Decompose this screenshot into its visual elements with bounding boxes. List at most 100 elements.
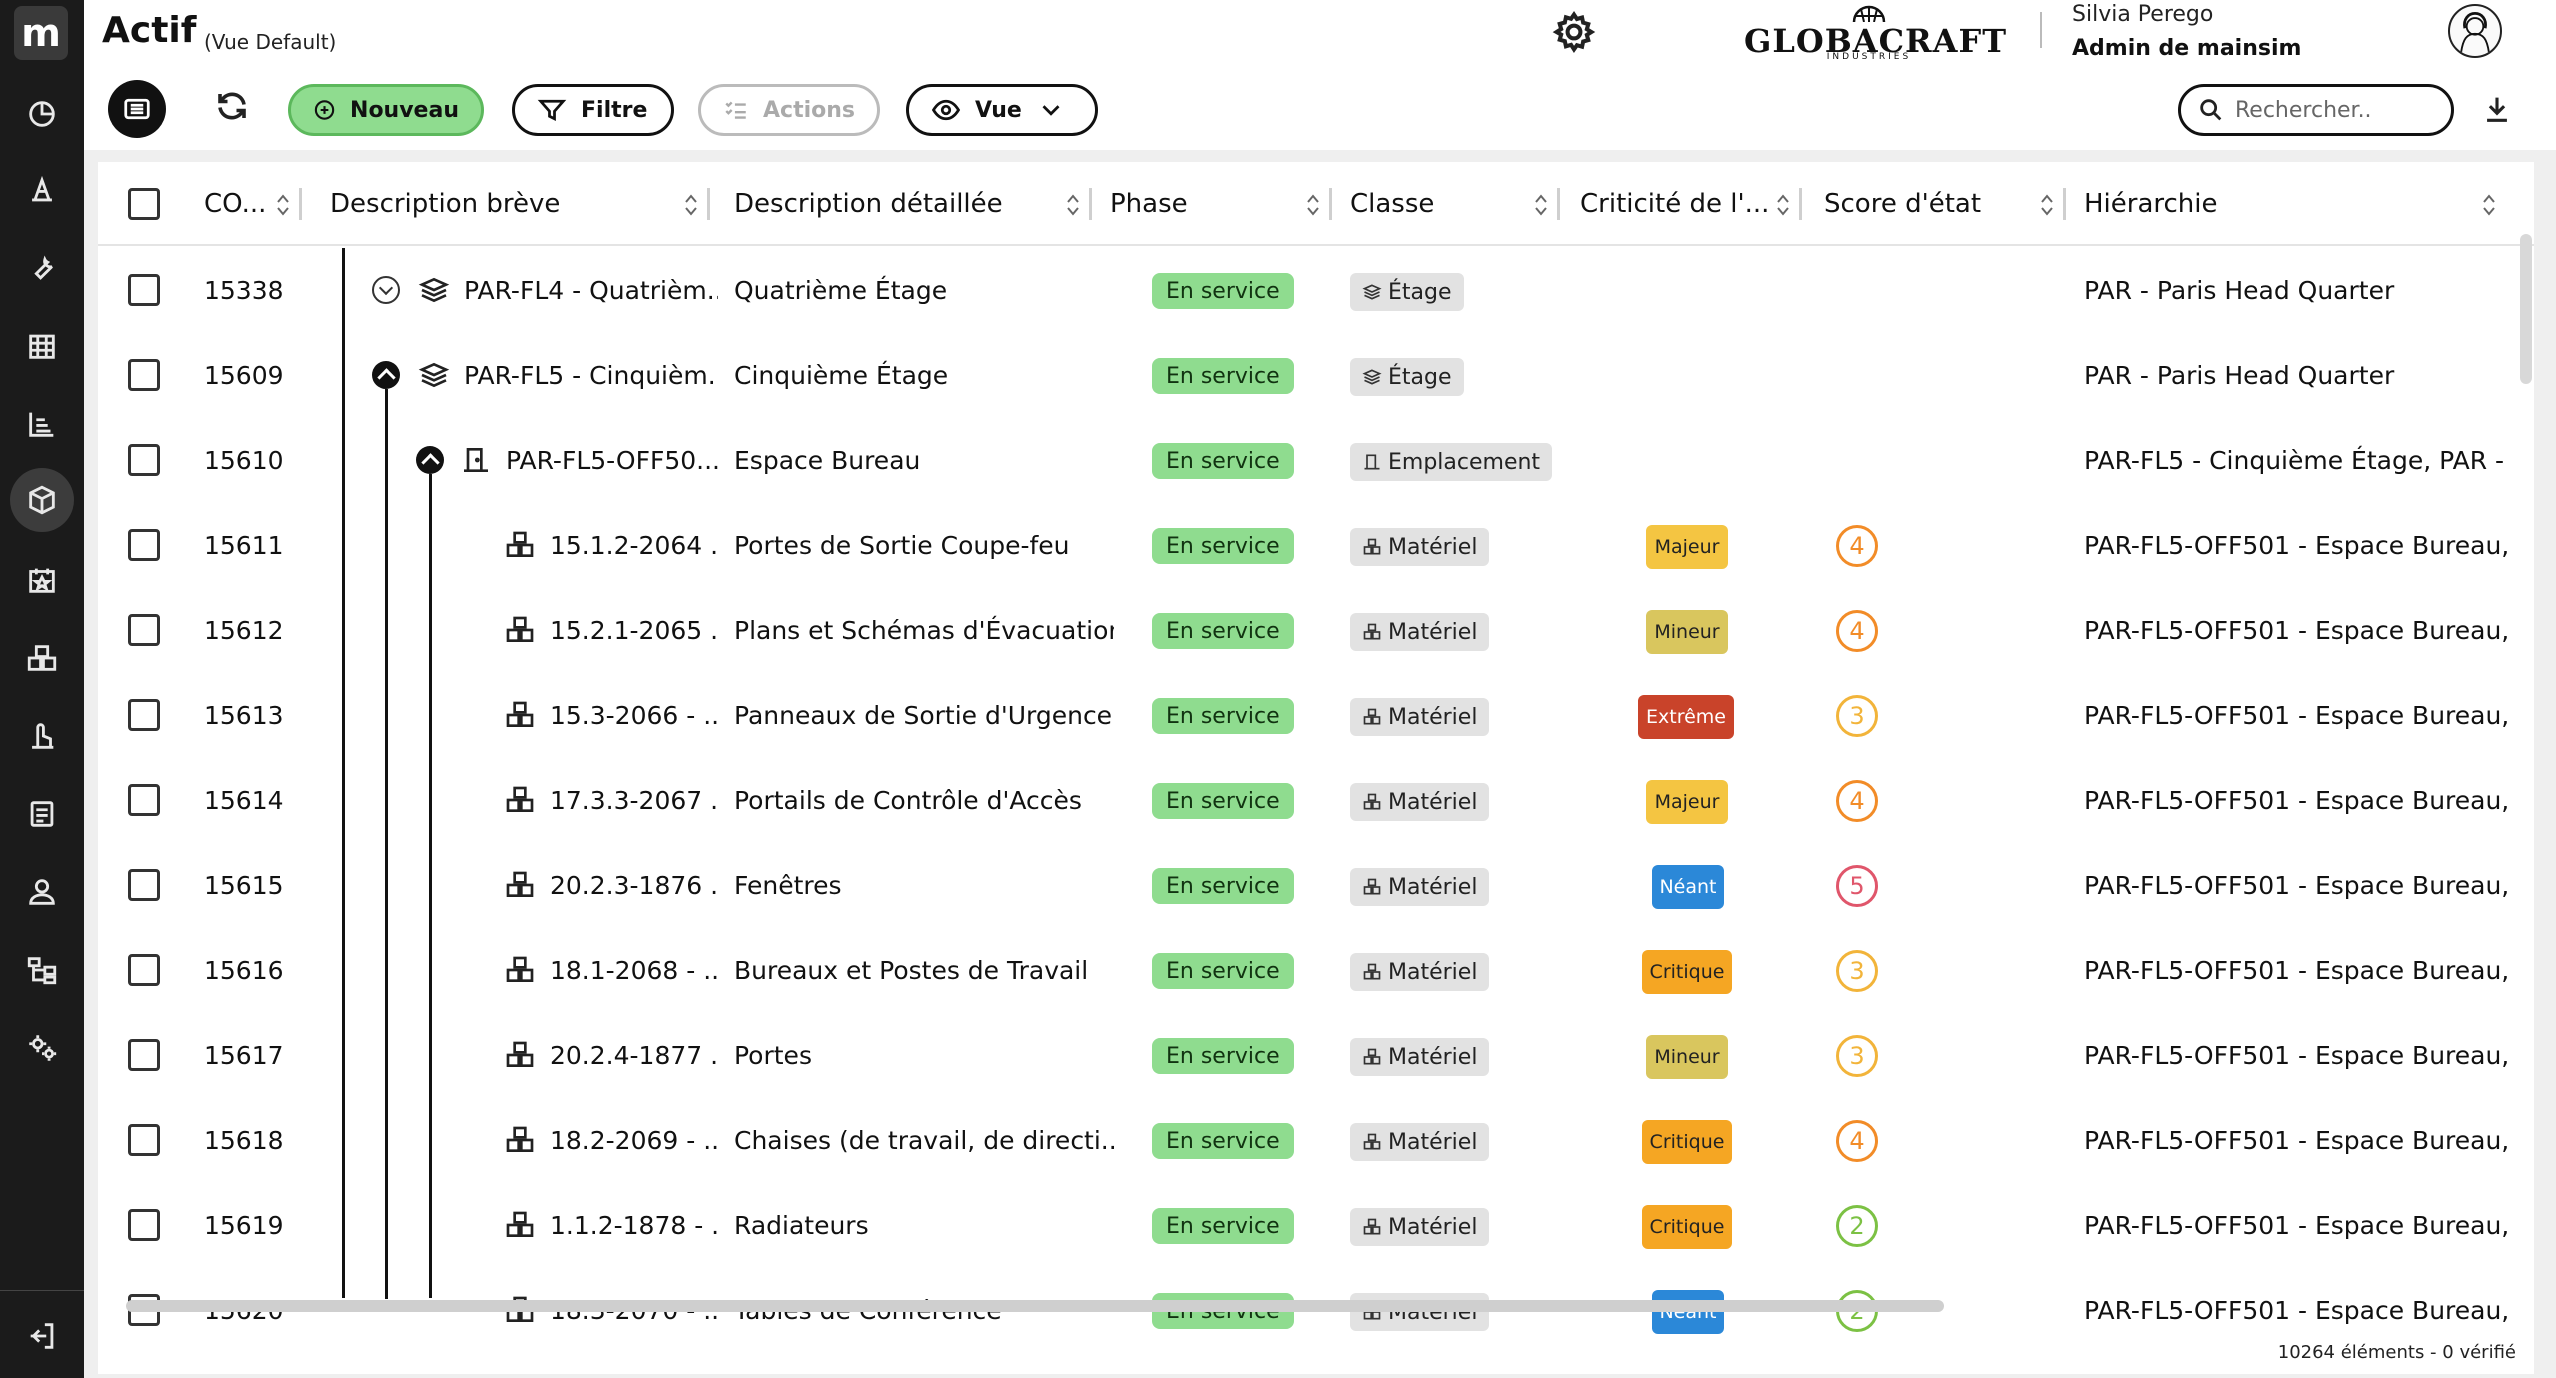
column-header-score[interactable]: Score d'état (1824, 186, 2066, 222)
sort-icon[interactable] (682, 190, 700, 220)
row-brief[interactable]: 18.2-2069 - ... (504, 1098, 718, 1183)
column-header-detail[interactable]: Description détaillée (734, 186, 1092, 222)
boxes-icon (504, 1209, 536, 1243)
settings-icon[interactable] (18, 1024, 66, 1072)
row-brief[interactable]: PAR-FL5-OFF50... (460, 418, 718, 503)
column-divider (2063, 188, 2066, 220)
row-checkbox[interactable] (128, 1039, 160, 1071)
table-row[interactable]: 15609 PAR-FL5 - Cinquièm... Cinquième Étag… (98, 333, 2534, 418)
sort-icon[interactable] (1532, 190, 1550, 220)
avatar[interactable] (2448, 4, 2502, 58)
table-row[interactable]: 15617 20.2.4-1877 ... Portes En service Maté… (98, 1013, 2534, 1098)
table-row[interactable]: 15614 17.3.3-2067 ... Portails de Contrôle… (98, 758, 2534, 843)
row-brief[interactable]: 1.1.2-1878 - ... (504, 1183, 718, 1268)
row-checkbox[interactable] (128, 699, 160, 731)
cube-icon[interactable] (10, 468, 74, 532)
row-checkbox[interactable] (128, 274, 160, 306)
hierarchy-icon[interactable] (18, 946, 66, 994)
sort-icon[interactable] (1304, 190, 1322, 220)
row-checkbox[interactable] (128, 614, 160, 646)
form-icon[interactable] (18, 790, 66, 838)
score-badge: 5 (1836, 865, 1878, 907)
expand-icon[interactable] (372, 276, 400, 304)
column-divider (1557, 188, 1560, 220)
class-badge: Matériel (1350, 868, 1490, 906)
sort-icon[interactable] (2480, 190, 2498, 220)
table-row[interactable]: 15338 PAR-FL4 - Quatrièm... Quatrième Étag… (98, 248, 2534, 333)
horizontal-scrollbar[interactable] (126, 1300, 1944, 1312)
row-code: 15612 (204, 616, 284, 645)
new-button[interactable]: Nouveau (288, 84, 484, 136)
row-brief[interactable]: 20.2.3-1876 ... (504, 843, 718, 928)
table-row[interactable]: 15615 20.2.3-1876 ... Fenêtres En service Ma… (98, 843, 2534, 928)
filter-button[interactable]: Filtre (512, 84, 674, 136)
row-code: 15611 (204, 531, 284, 560)
row-brief[interactable]: PAR-FL4 - Quatrièm... (418, 248, 718, 333)
search-input[interactable]: Rechercher.. (2178, 84, 2454, 136)
column-header-criticity[interactable]: Criticité de l'... (1580, 186, 1802, 222)
calendar-star-icon[interactable] (18, 556, 66, 604)
column-header-brief[interactable]: Description brève (330, 186, 710, 222)
sort-icon[interactable] (274, 190, 292, 220)
chart-icon[interactable] (18, 400, 66, 448)
sort-icon[interactable] (1774, 190, 1792, 220)
sort-icon[interactable] (1064, 190, 1082, 220)
row-brief[interactable]: 15.3-2066 - ... (504, 673, 718, 758)
row-checkbox[interactable] (128, 444, 160, 476)
row-brief[interactable]: 15.2.1-2065 ... (504, 588, 718, 673)
row-checkbox[interactable] (128, 359, 160, 391)
row-brief[interactable]: 15.1.2-2064 ... (504, 503, 718, 588)
row-checkbox[interactable] (128, 529, 160, 561)
column-header-class[interactable]: Classe (1350, 186, 1560, 222)
boxes-icon (504, 1124, 536, 1158)
row-checkbox[interactable] (128, 954, 160, 986)
wrench-icon[interactable] (18, 244, 66, 292)
download-icon[interactable] (2480, 92, 2516, 128)
status-badge: En service (1152, 273, 1294, 309)
view-button[interactable]: Vue (906, 84, 1098, 136)
list-view-button[interactable] (108, 80, 166, 138)
hand-icon[interactable] (18, 712, 66, 760)
calendar-icon[interactable] (18, 322, 66, 370)
row-code: 15617 (204, 1041, 284, 1070)
class-label: Matériel (1388, 1044, 1478, 1070)
row-detail: Portes de Sortie Coupe-feu (734, 531, 1070, 560)
vertical-scrollbar[interactable] (2520, 234, 2532, 384)
table-row[interactable]: 15616 18.1-2068 - ... Bureaux et Postes de… (98, 928, 2534, 1013)
table-row[interactable]: 15613 15.3-2066 - ... Panneaux de Sortie d… (98, 673, 2534, 758)
collapse-icon[interactable] (372, 361, 400, 389)
column-header-hierarchy[interactable]: Hiérarchie (2084, 186, 2498, 222)
row-checkbox[interactable] (128, 1124, 160, 1156)
sort-icon[interactable] (2038, 190, 2056, 220)
collapse-icon[interactable] (416, 446, 444, 474)
column-header-phase[interactable]: Phase (1110, 186, 1332, 222)
table-row[interactable]: 15610 PAR-FL5-OFF50... Espace Bureau En ser… (98, 418, 2534, 503)
row-brief[interactable]: 20.2.4-1877 ... (504, 1013, 718, 1098)
select-all-checkbox[interactable] (128, 188, 160, 220)
table-row[interactable]: 15619 1.1.2-1878 - ... Radiateurs En servic… (98, 1183, 2534, 1268)
table-row[interactable]: 15618 18.2-2069 - ... Chaises (de travail,… (98, 1098, 2534, 1183)
row-checkbox[interactable] (128, 784, 160, 816)
row-checkbox[interactable] (128, 869, 160, 901)
actions-button[interactable]: Actions (698, 84, 880, 136)
user-icon[interactable] (18, 868, 66, 916)
app-logo[interactable]: m (14, 6, 68, 60)
row-checkbox[interactable] (128, 1209, 160, 1241)
refresh-icon[interactable] (214, 88, 254, 128)
table-row[interactable]: 15611 15.1.2-2064 ... Portes de Sortie Cou… (98, 503, 2534, 588)
logout-icon[interactable] (18, 1312, 66, 1360)
class-label: Étage (1388, 364, 1452, 390)
row-brief-text: PAR-FL5-OFF50... (506, 446, 718, 475)
row-brief[interactable]: 17.3.3-2067 ... (504, 758, 718, 843)
gear-icon[interactable] (1552, 10, 1596, 54)
class-label: Matériel (1388, 1129, 1478, 1155)
row-code: 15610 (204, 446, 284, 475)
inspection-icon[interactable] (18, 166, 66, 214)
row-brief[interactable]: PAR-FL5 - Cinquièm... (418, 333, 718, 418)
row-brief[interactable]: 18.1-2068 - ... (504, 928, 718, 1013)
boxes-icon[interactable] (18, 634, 66, 682)
filter-icon (537, 99, 567, 121)
table-row[interactable]: 15612 15.2.1-2065 ... Plans et Schémas d'É… (98, 588, 2534, 673)
column-header-code[interactable]: CO... (204, 186, 302, 222)
dashboard-icon[interactable] (18, 90, 66, 138)
